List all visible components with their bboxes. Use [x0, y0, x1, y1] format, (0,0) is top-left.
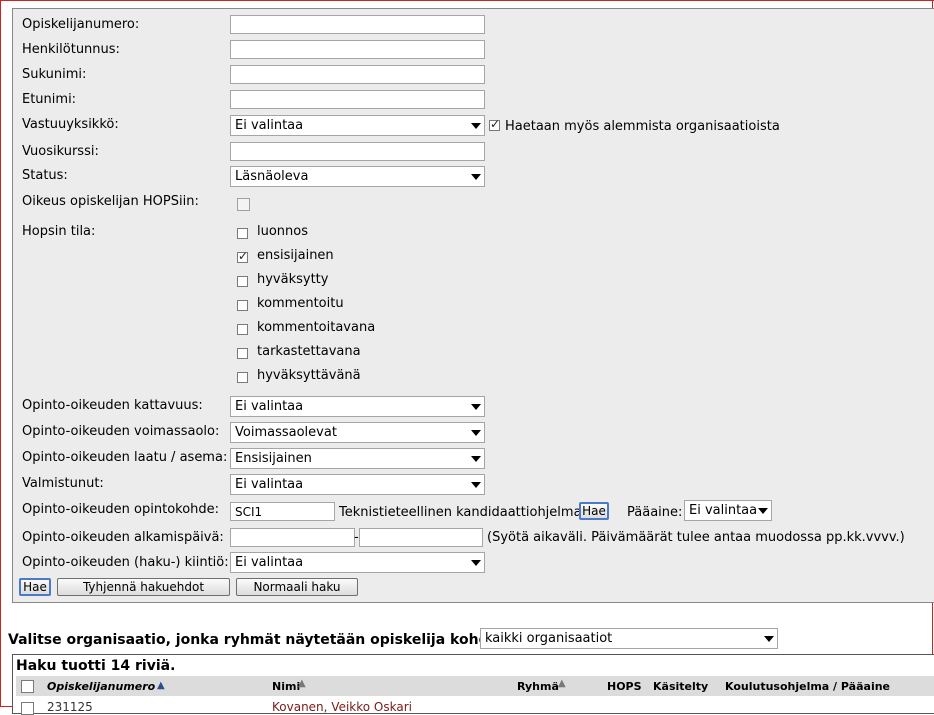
- validity-select[interactable]: Voimassaolevat: [230, 422, 485, 443]
- last-name-input[interactable]: [230, 65, 485, 84]
- dropdown-arrow-icon: [471, 174, 481, 180]
- dropdown-arrow-icon: [471, 430, 481, 436]
- sort-icon[interactable]: ▲: [558, 678, 566, 689]
- dropdown-arrow-icon: [471, 456, 481, 462]
- hops-state-kommentoitu-label: kommentoitu: [257, 296, 344, 311]
- status-label: Status:: [22, 168, 68, 183]
- quota-select[interactable]: Ei valintaa: [230, 552, 485, 573]
- hops-state-luonnos-checkbox[interactable]: [237, 228, 248, 239]
- sort-icon[interactable]: ▲: [298, 678, 306, 689]
- status-select[interactable]: Läsnäoleva: [230, 166, 485, 187]
- target-name-text: Teknistieteellinen kandidaattiohjelma: [339, 505, 582, 520]
- search-button[interactable]: Hae: [19, 578, 51, 596]
- dropdown-arrow-icon: [471, 123, 481, 129]
- column-header-student-number[interactable]: Opiskelijanumero: [47, 680, 155, 693]
- start-date-hint: (Syötä aikaväli. Päivämäärät tulee antaa…: [487, 530, 905, 545]
- coverage-select[interactable]: Ei valintaa: [230, 396, 485, 417]
- quota-label: Opinto-oikeuden (haku-) kiintiö:: [22, 555, 229, 570]
- select-all-checkbox[interactable]: [21, 680, 34, 693]
- target-search-button[interactable]: Hae: [579, 502, 609, 520]
- hops-state-hyvaksytty-label: hyväksytty: [257, 272, 329, 287]
- hops-state-hyvaksyttavana-label: hyväksyttävänä: [257, 368, 361, 383]
- last-name-label: Sukunimi:: [22, 67, 87, 82]
- results-count-title: Haku tuotti 14 riviä.: [16, 658, 176, 674]
- checkmark-icon: ✓: [238, 249, 249, 263]
- hops-state-ensisijainen-label: ensisijainen: [257, 248, 334, 263]
- start-date-separator: -: [354, 530, 359, 545]
- hops-state-tarkastettavana-label: tarkastettavana: [257, 344, 361, 359]
- column-header-name[interactable]: Nimi: [272, 680, 300, 693]
- graduated-select[interactable]: Ei valintaa: [230, 474, 485, 495]
- coverage-value: Ei valintaa: [235, 399, 304, 414]
- responsible-unit-label: Vastuuyksikkö:: [22, 117, 119, 132]
- quota-value: Ei valintaa: [235, 555, 304, 570]
- hops-state-luonnos-label: luonnos: [257, 224, 309, 239]
- hops-state-ensisijainen-checkbox[interactable]: ✓: [237, 249, 249, 263]
- hops-state-kommentoitavana-checkbox[interactable]: [237, 324, 248, 335]
- student-number-input[interactable]: [230, 15, 485, 34]
- year-course-input[interactable]: [230, 142, 485, 161]
- status-value: Läsnäoleva: [235, 169, 309, 184]
- normal-search-button[interactable]: Normaali haku: [236, 578, 358, 596]
- graduated-value: Ei valintaa: [235, 477, 304, 492]
- year-course-label: Vuosikurssi:: [22, 144, 99, 159]
- coverage-label: Opinto-oikeuden kattavuus:: [22, 398, 203, 413]
- student-number-label: Opiskelijanumero:: [22, 17, 140, 32]
- row-student-number: 231125: [47, 700, 93, 714]
- sort-asc-icon[interactable]: ▲: [157, 680, 165, 691]
- target-label: Opinto-oikeuden opintokohde:: [22, 502, 220, 517]
- clear-criteria-button[interactable]: Tyhjennä hakuehdot: [57, 578, 230, 596]
- row-name-link[interactable]: Kovanen, Veikko Oskari: [272, 700, 412, 714]
- dropdown-arrow-icon: [471, 404, 481, 410]
- include-sub-orgs-checkbox[interactable]: ✓: [489, 117, 501, 131]
- include-sub-orgs-label: Haetaan myös alemmista organisaatioista: [505, 119, 780, 134]
- validity-label: Opinto-oikeuden voimassaolo:: [22, 424, 220, 439]
- checkmark-icon: ✓: [490, 117, 501, 131]
- ssn-input[interactable]: [230, 40, 485, 59]
- validity-value: Voimassaolevat: [235, 425, 337, 440]
- major-select[interactable]: Ei valintaa: [684, 500, 772, 521]
- hops-state-hyvaksytty-checkbox[interactable]: [237, 276, 248, 287]
- responsible-unit-value: Ei valintaa: [235, 118, 304, 133]
- hops-state-kommentoitavana-label: kommentoitavana: [257, 320, 376, 335]
- quality-value: Ensisijainen: [235, 451, 312, 466]
- quality-select[interactable]: Ensisijainen: [230, 448, 485, 469]
- quality-label: Opinto-oikeuden laatu / asema:: [22, 450, 228, 465]
- column-header-hops: HOPS: [607, 680, 642, 693]
- hops-state-label: Hopsin tila:: [22, 224, 96, 239]
- ssn-label: Henkilötunnus:: [22, 42, 120, 57]
- responsible-unit-select[interactable]: Ei valintaa: [230, 115, 485, 136]
- dropdown-arrow-icon: [758, 508, 768, 514]
- org-select-value: kaikki organisaatiot: [485, 631, 613, 646]
- hops-state-kommentoitu-checkbox[interactable]: [237, 300, 248, 311]
- graduated-label: Valmistunut:: [22, 476, 104, 491]
- column-header-group[interactable]: Ryhmä: [517, 680, 559, 693]
- row-checkbox[interactable]: [21, 702, 34, 715]
- start-date-label: Opinto-oikeuden alkamispäivä:: [22, 530, 224, 545]
- dropdown-arrow-icon: [471, 560, 481, 566]
- column-header-processed: Käsitelty: [653, 680, 709, 693]
- major-label: Pääaine:: [627, 505, 683, 520]
- hops-right-label: Oikeus opiskelijan HOPSiin:: [22, 194, 199, 209]
- org-select[interactable]: kaikki organisaatiot: [480, 628, 778, 649]
- first-name-input[interactable]: [230, 90, 485, 109]
- hops-state-hyvaksyttavana-checkbox[interactable]: [237, 372, 248, 383]
- hops-state-tarkastettavana-checkbox[interactable]: [237, 348, 248, 359]
- org-select-label: Valitse organisaatio, jonka ryhmät näyte…: [8, 632, 518, 648]
- hops-right-checkbox[interactable]: [237, 198, 250, 211]
- start-date-from-input[interactable]: [230, 528, 355, 547]
- target-code-input[interactable]: [230, 502, 335, 521]
- column-header-program: Koulutusohjelma / Pääaine: [725, 680, 891, 693]
- dropdown-arrow-icon: [764, 636, 774, 642]
- first-name-label: Etunimi:: [22, 92, 77, 107]
- start-date-to-input[interactable]: [359, 528, 483, 547]
- major-value: Ei valintaa: [689, 503, 758, 518]
- dropdown-arrow-icon: [471, 482, 481, 488]
